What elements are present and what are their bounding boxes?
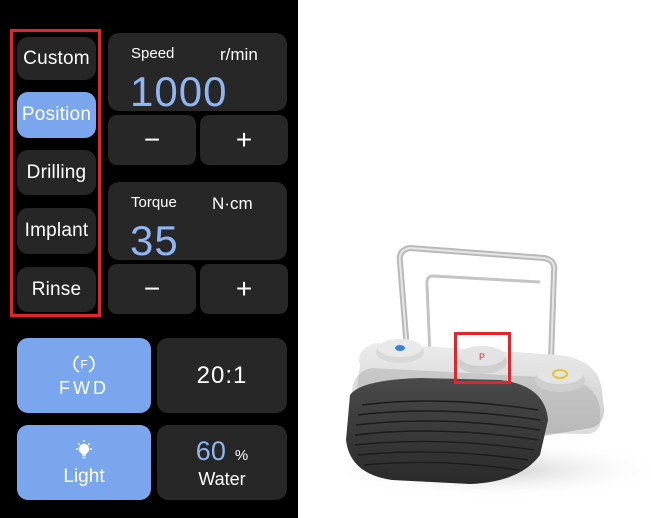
- speed-label: Speed: [131, 45, 175, 62]
- plus-icon: +: [235, 273, 253, 304]
- svg-text:F: F: [80, 358, 87, 372]
- pedal-button-highlight: [454, 332, 511, 384]
- speed-increase-button[interactable]: +: [200, 115, 288, 165]
- water-readout: 60 %: [196, 436, 248, 467]
- speed-card[interactable]: Speed r/min 1000: [108, 33, 287, 115]
- plus-icon: +: [235, 124, 253, 155]
- torque-decrease-button[interactable]: −: [108, 264, 196, 314]
- direction-label: FWD: [59, 378, 109, 398]
- mode-group-highlight: [10, 29, 101, 317]
- direction-f-icon: F: [73, 355, 95, 373]
- torque-card[interactable]: Torque N·cm 35: [108, 182, 287, 264]
- water-button[interactable]: 60 % Water: [157, 425, 287, 500]
- gear-ratio-display[interactable]: 20:1: [157, 338, 287, 413]
- torque-increase-button[interactable]: +: [200, 264, 288, 314]
- torque-label: Torque: [131, 194, 177, 211]
- torque-unit: N·cm: [212, 194, 253, 213]
- minus-icon: −: [143, 124, 161, 155]
- water-label: Water: [198, 468, 246, 489]
- water-unit: %: [234, 446, 249, 464]
- speed-decrease-button[interactable]: −: [108, 115, 196, 165]
- light-label: Light: [63, 465, 105, 487]
- gear-ratio-value: 20:1: [196, 361, 248, 389]
- light-button[interactable]: Light: [17, 425, 151, 500]
- speed-value: 1000: [130, 68, 228, 115]
- water-value: 60: [195, 435, 226, 466]
- speed-unit: r/min: [220, 45, 258, 64]
- foot-pedal-image: P: [330, 244, 651, 500]
- control-panel: Custom Position Drilling Implant Rinse S…: [0, 0, 298, 518]
- light-bulb-icon: [76, 439, 92, 458]
- direction-button[interactable]: F FWD: [17, 338, 151, 413]
- minus-icon: −: [143, 273, 161, 304]
- torque-value: 35: [130, 217, 179, 264]
